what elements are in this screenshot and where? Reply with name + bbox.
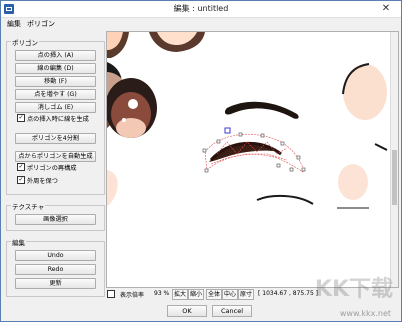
polygon-group: ポリゴン 点の挿入 (A) 線の編集 (D) 移動 (F) 点を増やす (G) … (6, 37, 105, 195)
zoom-out-button[interactable]: 縮小 (188, 289, 204, 300)
polygon-group-title: ポリゴン (11, 37, 39, 47)
generate-line-checkbox[interactable]: ✓ 点の挿入時に線を生成 (17, 114, 89, 124)
redo-button[interactable]: Redo (15, 264, 96, 275)
keep-outline-label: 外周を保つ (27, 178, 58, 185)
add-points-button[interactable]: 点を増やす (G) (15, 89, 96, 100)
top-eye-fragment (149, 32, 205, 52)
center-button[interactable]: 中心 (222, 289, 238, 300)
vertical-scrollbar[interactable] (390, 32, 398, 287)
cursor-coordinates: [ 1034.67 , 875.75 ] (258, 290, 319, 297)
right-eyebrow (224, 101, 299, 119)
blush-left (107, 170, 118, 206)
checkbox-checked-icon: ✓ (17, 163, 25, 171)
ok-button[interactable]: OK (167, 305, 207, 317)
edit-group-title: 編集 (11, 237, 26, 247)
edit-line-button[interactable]: 線の編集 (D) (15, 63, 96, 74)
menu-bar: 編集 ポリゴン (1, 18, 401, 29)
checkbox-checked-icon: ✓ (17, 114, 25, 122)
zoom-in-button[interactable]: 拡大 (172, 289, 188, 300)
rebuild-polygon-label: ポリゴンの再構成 (27, 165, 77, 172)
edit-canvas[interactable] (106, 31, 399, 288)
canvas-artwork (107, 32, 388, 209)
eraser-button[interactable]: 消しゴム (E) (15, 102, 96, 113)
cancel-button[interactable]: Cancel (212, 305, 252, 317)
original-size-button[interactable]: 原寸 (238, 289, 254, 300)
edit-group: 編集 Undo Redo 更新 (6, 237, 105, 297)
close-button[interactable]: ✕ (371, 1, 401, 16)
texture-group: テクスチャ 画像選択 (6, 201, 105, 231)
move-button[interactable]: 移動 (F) (15, 76, 96, 87)
status-checkbox-icon[interactable] (107, 290, 115, 298)
undo-button[interactable]: Undo (15, 250, 96, 261)
checkbox-checked-icon: ✓ (17, 176, 25, 184)
menu-polygon[interactable]: ポリゴン (27, 19, 55, 29)
left-eye-top-fragment (107, 32, 129, 58)
display-magnification-label: 表示倍率 (120, 292, 145, 299)
window-title: 編集 : untitled (173, 4, 229, 13)
selected-vertex-icon[interactable] (224, 127, 231, 134)
scrollbar-thumb[interactable] (392, 150, 397, 205)
blush-top-right (342, 63, 387, 120)
insert-point-button[interactable]: 点の挿入 (A) (15, 50, 96, 61)
auto-polygon-button[interactable]: 点からポリゴンを自動生成 (15, 151, 96, 162)
watermark-url: www.kkx.net (339, 309, 391, 318)
fit-whole-button[interactable]: 全体 (206, 289, 222, 300)
title-bar: 編集 : untitled ✕ (1, 1, 401, 18)
keep-outline-checkbox[interactable]: ✓ 外周を保つ (17, 176, 58, 186)
zoom-value: 93 % (154, 290, 170, 297)
update-button[interactable]: 更新 (15, 278, 96, 289)
selected-closed-eye[interactable] (209, 141, 283, 162)
rebuild-polygon-checkbox[interactable]: ✓ ポリゴンの再構成 (17, 163, 77, 173)
blush-bottom-right (338, 164, 368, 200)
left-panel: ポリゴン 点の挿入 (A) 線の編集 (D) 移動 (F) 点を増やす (G) … (6, 33, 105, 297)
select-image-button[interactable]: 画像選択 (15, 214, 96, 225)
texture-group-title: テクスチャ (11, 201, 46, 211)
watermark-logo: KK下载 (314, 277, 393, 302)
editor-window: 編集 : untitled ✕ 編集 ポリゴン ポリゴン 点の挿入 (A) 線の… (0, 0, 402, 322)
menu-edit[interactable]: 編集 (7, 19, 21, 29)
generate-line-label: 点の挿入時に線を生成 (27, 116, 89, 123)
split-polygon-button[interactable]: ポリゴンを4分割 (15, 133, 96, 144)
center-left-eye (107, 78, 157, 138)
mouth-line (256, 194, 314, 205)
